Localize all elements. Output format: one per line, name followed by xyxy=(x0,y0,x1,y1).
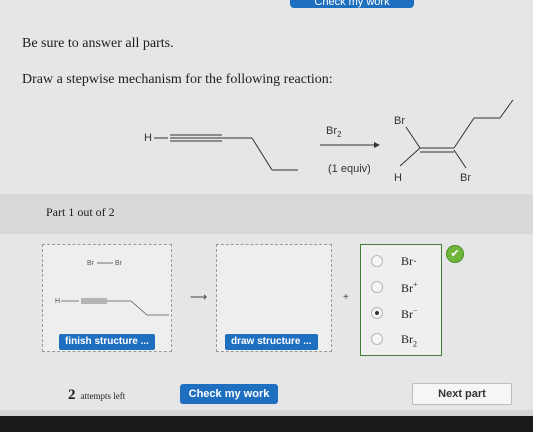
product-h: H xyxy=(394,172,402,184)
choice-label: Br· xyxy=(401,254,417,268)
radio-button[interactable] xyxy=(371,333,383,345)
left-chain-2 xyxy=(130,300,148,316)
reagent-equiv: (1 equiv) xyxy=(328,163,371,175)
reaction-arrowhead xyxy=(374,142,380,148)
structure-box-middle[interactable]: draw structure ... xyxy=(216,244,332,352)
attempts-left: 2 attempts left xyxy=(68,386,125,404)
product-br-top: Br xyxy=(394,115,405,127)
product-chain-3 xyxy=(499,100,514,119)
choice-label: Br2 xyxy=(401,332,417,349)
check-my-work-button[interactable]: Check my work xyxy=(180,384,278,404)
product-c-br2-bond xyxy=(453,149,467,169)
product-c-br-bond xyxy=(405,126,421,149)
product-br-bottom: Br xyxy=(460,172,471,184)
reactant-h-label: H xyxy=(144,132,152,144)
next-part-button[interactable]: Next part xyxy=(412,383,512,405)
reactant-chain-2 xyxy=(251,137,273,171)
attempts-count: 2 xyxy=(68,387,76,403)
br-right-label: Br xyxy=(115,260,123,267)
choice-label: Br− xyxy=(401,306,418,321)
part-label: Part 1 out of 2 xyxy=(46,205,115,219)
choice-label: Br+ xyxy=(401,280,418,295)
radio-button[interactable] xyxy=(371,281,383,293)
screen-bottom-edge xyxy=(0,416,533,432)
choice-br-radical[interactable]: Br· xyxy=(361,251,443,271)
choice-br-anion[interactable]: Br− xyxy=(361,303,443,323)
correct-check-icon: ✔ xyxy=(446,245,464,263)
attempts-text: attempts left xyxy=(80,391,126,401)
product-chain-1 xyxy=(453,117,475,149)
h-label: H xyxy=(55,298,60,305)
reagent-br2: Br2 xyxy=(326,125,342,139)
mechanism-arrow: ⟶ xyxy=(190,290,208,304)
instruction-draw-mechanism: Draw a stepwise mechanism for the follow… xyxy=(22,72,333,87)
choice-br-cation[interactable]: Br+ xyxy=(361,277,443,297)
br-left-label: Br xyxy=(87,260,95,267)
reagent-choice-panel: Br· Br+ Br− Br2 xyxy=(360,244,442,356)
instruction-all-parts: Be sure to answer all parts. xyxy=(22,36,174,51)
draw-structure-button[interactable]: draw structure ... xyxy=(225,334,318,350)
choice-br2[interactable]: Br2 xyxy=(361,329,443,349)
radio-button[interactable] xyxy=(371,255,383,267)
reaction-scheme: H Br2 (1 equiv) Br H Br xyxy=(144,100,514,184)
radio-button-selected[interactable] xyxy=(371,307,383,319)
finish-structure-button[interactable]: finish structure ... xyxy=(59,334,155,350)
check-my-work-top-button[interactable]: Check my work xyxy=(290,0,414,8)
structure-box-left[interactable]: Br Br H finish structure ... xyxy=(42,244,172,352)
product-c-h-bond xyxy=(399,147,421,167)
plus-sign: + xyxy=(343,292,349,303)
